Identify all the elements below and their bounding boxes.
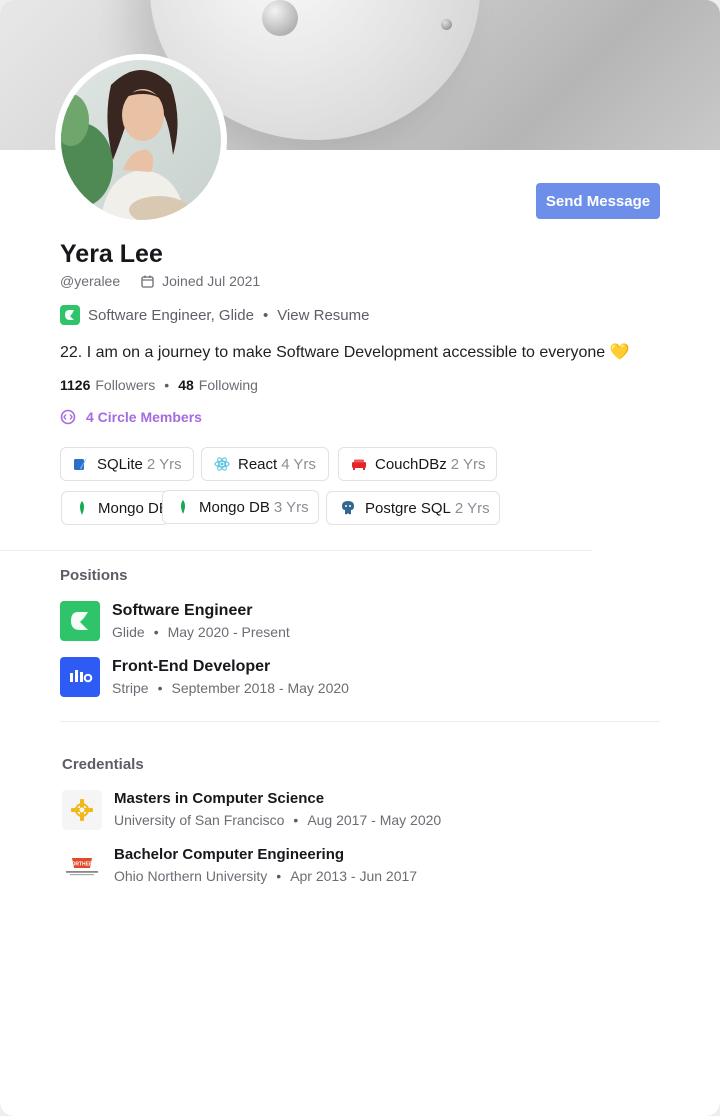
- credential-title: Masters in Computer Science: [114, 790, 325, 807]
- profile-card: Send Message Yera Lee @yeralee Joined Ju…: [0, 0, 720, 1116]
- avatar[interactable]: [55, 54, 227, 226]
- send-message-button[interactable]: Send Message: [536, 183, 660, 219]
- mongodb-icon: [175, 499, 191, 515]
- credential-subtitle: Ohio Northern University • Apr 2013 - Jun …: [114, 868, 418, 884]
- profile-bio: 22. I am on a journey to make Software D…: [60, 344, 630, 361]
- svg-text:NORTHERN: NORTHERN: [68, 862, 97, 868]
- following-count: 48: [178, 377, 194, 393]
- calendar-icon: [141, 275, 154, 288]
- credential-subtitle: University of San Francisco • Aug 2017 - M…: [114, 812, 442, 828]
- followers-label[interactable]: Followers: [95, 377, 155, 393]
- circle-icon: [60, 409, 76, 425]
- postgresql-icon: [339, 499, 357, 517]
- mongodb-icon: [74, 500, 90, 516]
- profile-handle: @yeralee: [60, 273, 121, 289]
- glide-logo-icon: [60, 601, 100, 641]
- onu-logo-icon: NORTHERN: [62, 846, 102, 886]
- role-text: Software Engineer, Glide: [88, 306, 254, 324]
- credentials-heading: Credentials: [62, 756, 144, 773]
- joined-date: Joined Jul 2021: [162, 273, 261, 289]
- divider: [0, 550, 592, 551]
- stripe-logo-icon: [60, 657, 100, 697]
- react-icon: [214, 456, 230, 472]
- position-subtitle: Glide • May 2020 - Present: [112, 624, 290, 640]
- skill-chip-mongodb-2[interactable]: Mongo DB 3 Yrs: [162, 490, 319, 524]
- profile-meta: @yeralee Joined Jul 2021: [60, 273, 260, 289]
- divider: [60, 721, 660, 722]
- position-title: Front-End Developer: [112, 658, 271, 675]
- skill-chip-sqlite[interactable]: SQLite 2 Yrs: [60, 447, 194, 481]
- couchdb-icon: [351, 456, 367, 472]
- skill-chip-postgresql[interactable]: Postgre SQL 2 Yrs: [326, 491, 500, 525]
- skill-chip-couchdb[interactable]: CouchDBz 2 Yrs: [338, 447, 497, 481]
- followers-count: 1126: [60, 377, 91, 393]
- glide-logo-icon: [60, 305, 80, 325]
- position-subtitle: Stripe • September 2018 - May 2020: [112, 680, 349, 696]
- follow-stats: 1126 Followers • 48 Following: [60, 377, 258, 393]
- following-label[interactable]: Following: [199, 377, 258, 393]
- profile-name: Yera Lee: [60, 240, 163, 268]
- view-resume-link[interactable]: View Resume: [277, 307, 369, 324]
- circle-members-text: 4 Circle Members: [86, 409, 202, 425]
- sqlite-icon: [73, 456, 89, 472]
- position-title: Software Engineer: [112, 602, 253, 619]
- skill-chip-mongodb-1[interactable]: Mongo DB: [61, 491, 169, 525]
- positions-heading: Positions: [60, 567, 128, 584]
- circle-members-link[interactable]: 4 Circle Members: [60, 409, 202, 425]
- credential-title: Bachelor Computer Engineering: [114, 846, 345, 863]
- skill-chip-react[interactable]: React 4 Yrs: [201, 447, 329, 481]
- usf-logo-icon: [62, 790, 102, 830]
- profile-role: Software Engineer, Glide • View Resume: [60, 305, 369, 325]
